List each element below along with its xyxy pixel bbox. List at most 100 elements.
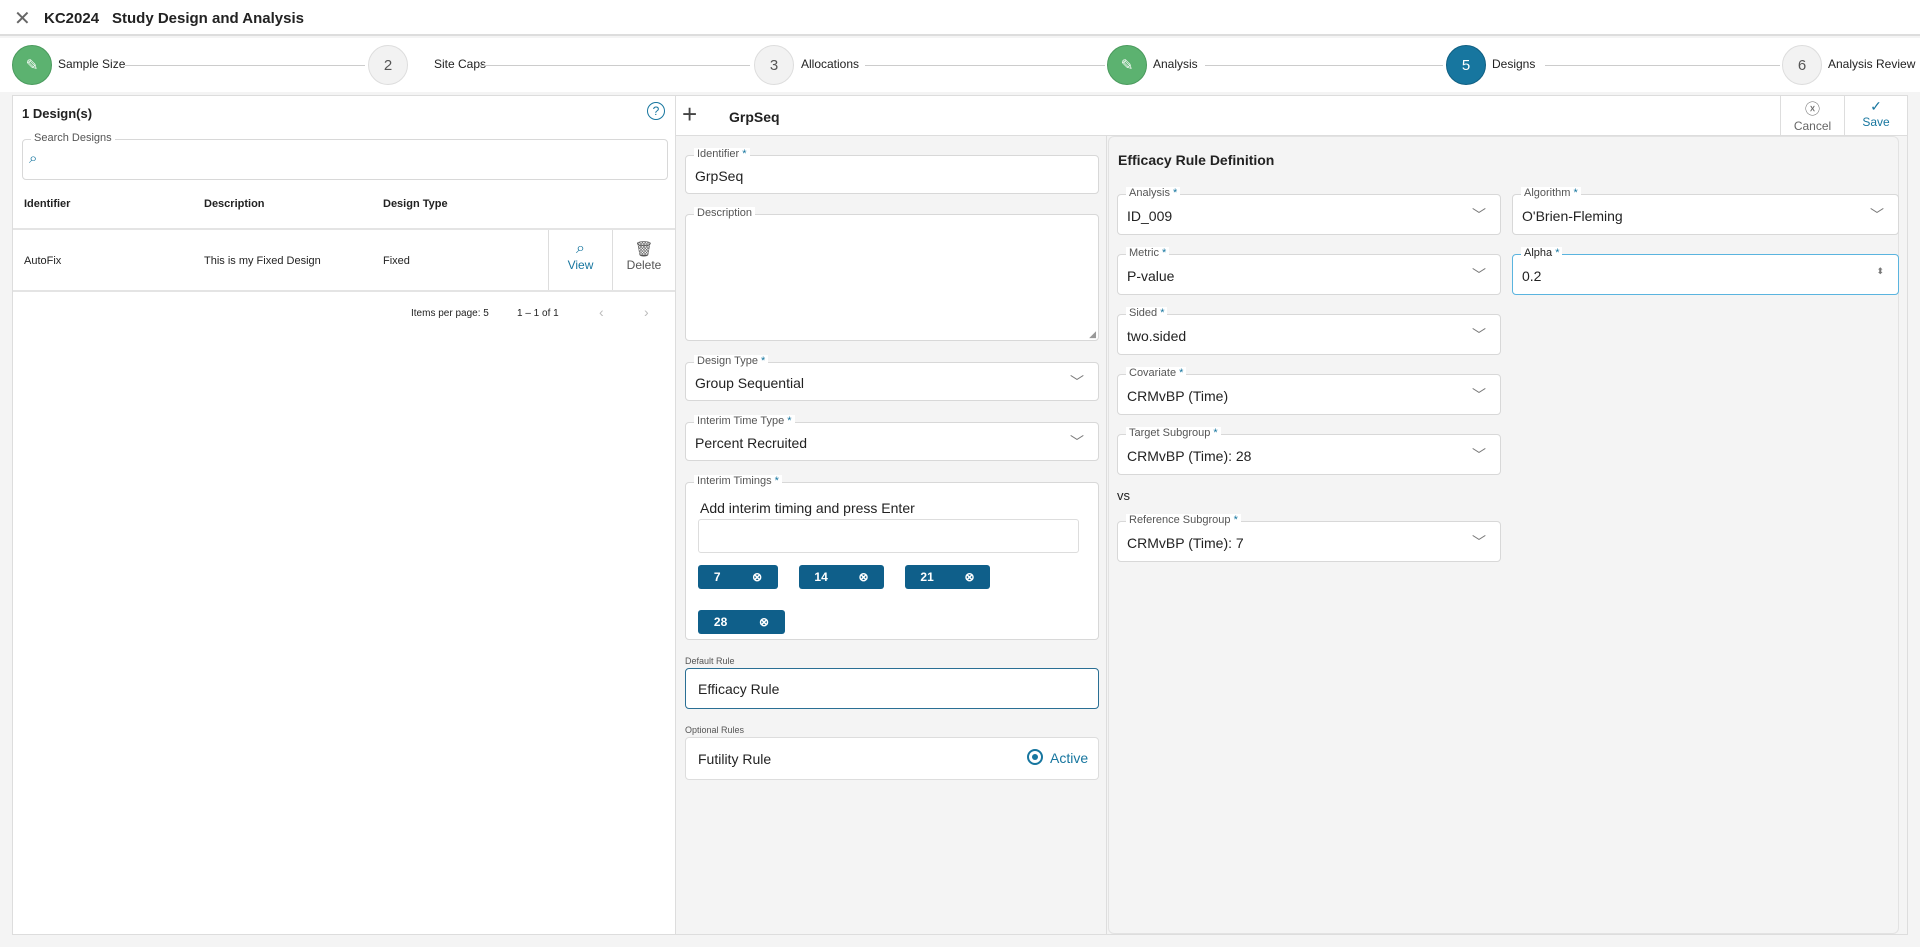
field-label: Description	[694, 207, 756, 219]
step-label: Analysis Review	[1828, 57, 1916, 71]
table-row[interactable]: AutoFix This is my Fixed Design Fixed ⌕ …	[13, 228, 675, 292]
add-design-icon[interactable]: +	[682, 99, 697, 130]
editor-header: + GrpSeq ⓧ Cancel ✓ Save	[676, 96, 1907, 136]
next-page-icon[interactable]: ›	[644, 304, 649, 320]
chip-value: 7	[713, 570, 721, 584]
alpha-input[interactable]: Alpha * 0.2 ⬍	[1512, 247, 1899, 295]
step-site-caps[interactable]: 2	[368, 45, 408, 85]
field-value: Percent Recruited	[695, 435, 808, 451]
chip-value: 28	[713, 615, 728, 629]
timing-chip: 7 ⊗	[698, 565, 778, 589]
step-label: Allocations	[801, 57, 860, 71]
target-subgroup-select[interactable]: Target Subgroup * CRMvBP (Time): 28 ﹀	[1117, 427, 1501, 475]
view-button[interactable]: ⌕ View	[548, 230, 612, 290]
timing-prompt: Add interim timing and press Enter	[700, 500, 915, 516]
field-value: ID_009	[1127, 208, 1173, 224]
active-label: Active	[1050, 750, 1089, 766]
step-number: 2	[383, 56, 393, 74]
default-rule-efficacy[interactable]: Efficacy Rule	[685, 668, 1099, 709]
search-designs-input[interactable]: Search Designs ⌕	[22, 132, 668, 180]
sided-select[interactable]: Sided * two.sided ﹀	[1117, 307, 1501, 355]
design-name: GrpSeq	[729, 109, 780, 125]
chevron-down-icon: ﹀	[1870, 207, 1884, 223]
save-button[interactable]: ✓ Save	[1844, 96, 1907, 136]
field-value: GrpSeq	[695, 168, 744, 184]
step-sample-size[interactable]: ✎	[12, 45, 52, 85]
rule-name: Efficacy Rule	[698, 681, 780, 697]
chevron-down-icon: ﹀	[1472, 387, 1486, 403]
remove-chip-icon[interactable]: ⊗	[965, 570, 975, 584]
default-rule-label: Default Rule	[685, 656, 735, 666]
close-icon[interactable]: ✕	[14, 6, 31, 31]
rule-name: Futility Rule	[698, 751, 772, 767]
delete-label: Delete	[626, 258, 662, 272]
remove-chip-icon[interactable]: ⊗	[759, 615, 769, 629]
column-header-identifier[interactable]: Identifier	[24, 198, 70, 210]
step-allocations[interactable]: 3	[754, 45, 794, 85]
field-label: Reference Subgroup	[1129, 514, 1231, 526]
chevron-down-icon: ﹀	[1070, 434, 1084, 450]
delete-button[interactable]: 🗑 Delete	[612, 230, 675, 290]
interim-timings-field: Interim Timings * Add interim timing and…	[685, 475, 1099, 640]
rule-definition-title: Efficacy Rule Definition	[1118, 152, 1275, 168]
metric-select[interactable]: Metric * P-value ﹀	[1117, 247, 1501, 295]
items-per-page[interactable]: Items per page: 5	[411, 308, 489, 319]
chip-value: 21	[920, 570, 934, 584]
column-header-description[interactable]: Description	[204, 198, 265, 210]
remove-chip-icon[interactable]: ⊗	[752, 570, 762, 584]
cancel-label: Cancel	[1793, 119, 1832, 133]
field-label: Metric	[1129, 247, 1159, 259]
step-designs[interactable]: 5	[1446, 45, 1486, 85]
save-label: Save	[1862, 115, 1890, 129]
field-label: Algorithm	[1524, 187, 1571, 199]
identifier-field[interactable]: Identifier * GrpSeq	[685, 148, 1099, 194]
cancel-button[interactable]: ⓧ Cancel	[1780, 96, 1844, 136]
design-editor-panel: + GrpSeq ⓧ Cancel ✓ Save Identifier * Gr…	[675, 95, 1908, 935]
remove-chip-icon[interactable]: ⊗	[859, 570, 869, 584]
design-type-select[interactable]: Design Type * Group Sequential ﹀	[685, 355, 1099, 401]
field-value: CRMvBP (Time)	[1127, 388, 1229, 404]
chevron-down-icon: ﹀	[1472, 447, 1486, 463]
chevron-down-icon: ﹀	[1472, 327, 1486, 343]
cell-identifier: AutoFix	[24, 255, 62, 267]
help-icon[interactable]: ?	[647, 102, 665, 120]
step-number: 5	[1461, 56, 1471, 74]
field-label: Target Subgroup	[1129, 427, 1211, 439]
trash-icon: 🗑	[634, 241, 654, 258]
search-icon: ⌕	[29, 150, 38, 167]
covariate-select[interactable]: Covariate * CRMvBP (Time) ﹀	[1117, 367, 1501, 415]
algorithm-select[interactable]: Algorithm * O'Brien-Fleming ﹀	[1512, 187, 1899, 235]
check-circle-icon: ✓	[1870, 98, 1882, 114]
field-label: Alpha	[1524, 247, 1553, 259]
step-label: Sample Size	[58, 57, 126, 71]
step-analysis-review[interactable]: 6	[1782, 45, 1822, 85]
interim-time-type-select[interactable]: Interim Time Type * Percent Recruited ﹀	[685, 415, 1099, 461]
interim-timing-input[interactable]	[698, 519, 1079, 553]
prev-page-icon[interactable]: ‹	[599, 304, 604, 320]
designs-list-panel: 1 Design(s) ? Search Designs ⌕ Identifie…	[12, 95, 676, 935]
column-header-design-type[interactable]: Design Type	[383, 198, 448, 210]
spinner-icon[interactable]: ⬍	[1876, 266, 1884, 277]
resize-handle-icon[interactable]: ◢	[1089, 329, 1096, 340]
optional-rule-futility[interactable]: Futility Rule Active	[685, 737, 1099, 780]
field-label: Identifier	[697, 148, 740, 160]
step-analysis[interactable]: ✎	[1107, 45, 1147, 85]
active-radio[interactable]	[1027, 749, 1043, 765]
chevron-down-icon: ﹀	[1472, 267, 1486, 283]
field-value: two.sided	[1127, 328, 1187, 344]
vs-label: vs	[1117, 488, 1130, 503]
reference-subgroup-select[interactable]: Reference Subgroup * CRMvBP (Time): 7 ﹀	[1117, 514, 1501, 562]
field-value: P-value	[1127, 268, 1175, 284]
chevron-down-icon: ﹀	[1472, 534, 1486, 550]
field-label: Analysis	[1129, 187, 1170, 199]
page-range: 1 – 1 of 1	[517, 308, 559, 319]
magnifier-icon: ⌕	[576, 240, 585, 257]
page-title: Study Design and Analysis	[112, 10, 304, 27]
field-value: CRMvBP (Time): 7	[1127, 535, 1244, 551]
timing-chip: 28 ⊗	[698, 610, 785, 634]
step-label: Site Caps	[434, 57, 487, 71]
field-value: CRMvBP (Time): 28	[1127, 448, 1252, 464]
analysis-select[interactable]: Analysis * ID_009 ﹀	[1117, 187, 1501, 235]
description-field[interactable]: Description ◢	[685, 207, 1099, 341]
field-label: Interim Time Type	[697, 415, 785, 427]
